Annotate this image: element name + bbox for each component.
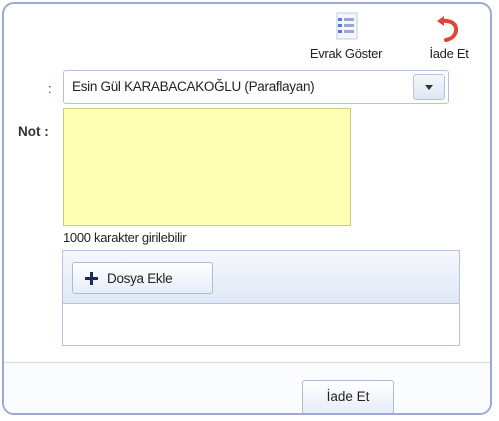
note-textarea[interactable] — [63, 108, 351, 226]
dropdown-button[interactable] — [413, 74, 445, 100]
upload-toolbar: Dosya Ekle — [63, 251, 459, 304]
return-dialog: Evrak Göster İade Et : Esin Gül KARABACA… — [2, 2, 492, 415]
return-submit-button[interactable]: İade Et — [302, 380, 394, 413]
recipient-value: Esin Gül KARABACAKOĞLU (Paraflayan) — [72, 79, 315, 94]
note-label: Not : — [18, 124, 49, 139]
return-toolbar-button[interactable]: İade Et — [411, 10, 487, 61]
footer — [4, 363, 490, 413]
character-limit-hint: 1000 karakter girilebilir — [63, 230, 187, 245]
add-file-label: Dosya Ekle — [107, 271, 173, 286]
show-document-label: Evrak Göster — [309, 46, 383, 61]
return-toolbar-label: İade Et — [429, 46, 469, 61]
show-document-button[interactable]: Evrak Göster — [291, 10, 401, 61]
toolbar: Evrak Göster İade Et — [4, 4, 490, 66]
recipient-label: : — [48, 81, 52, 96]
undo-arrow-icon — [437, 16, 459, 42]
chevron-down-icon — [425, 85, 433, 90]
recipient-select[interactable]: Esin Gül KARABACAKOĞLU (Paraflayan) — [63, 70, 449, 104]
plus-icon — [85, 272, 98, 285]
file-list — [63, 304, 459, 345]
document-list-icon — [336, 12, 358, 40]
add-file-button[interactable]: Dosya Ekle — [72, 262, 213, 294]
file-upload-panel: Dosya Ekle — [62, 250, 460, 346]
